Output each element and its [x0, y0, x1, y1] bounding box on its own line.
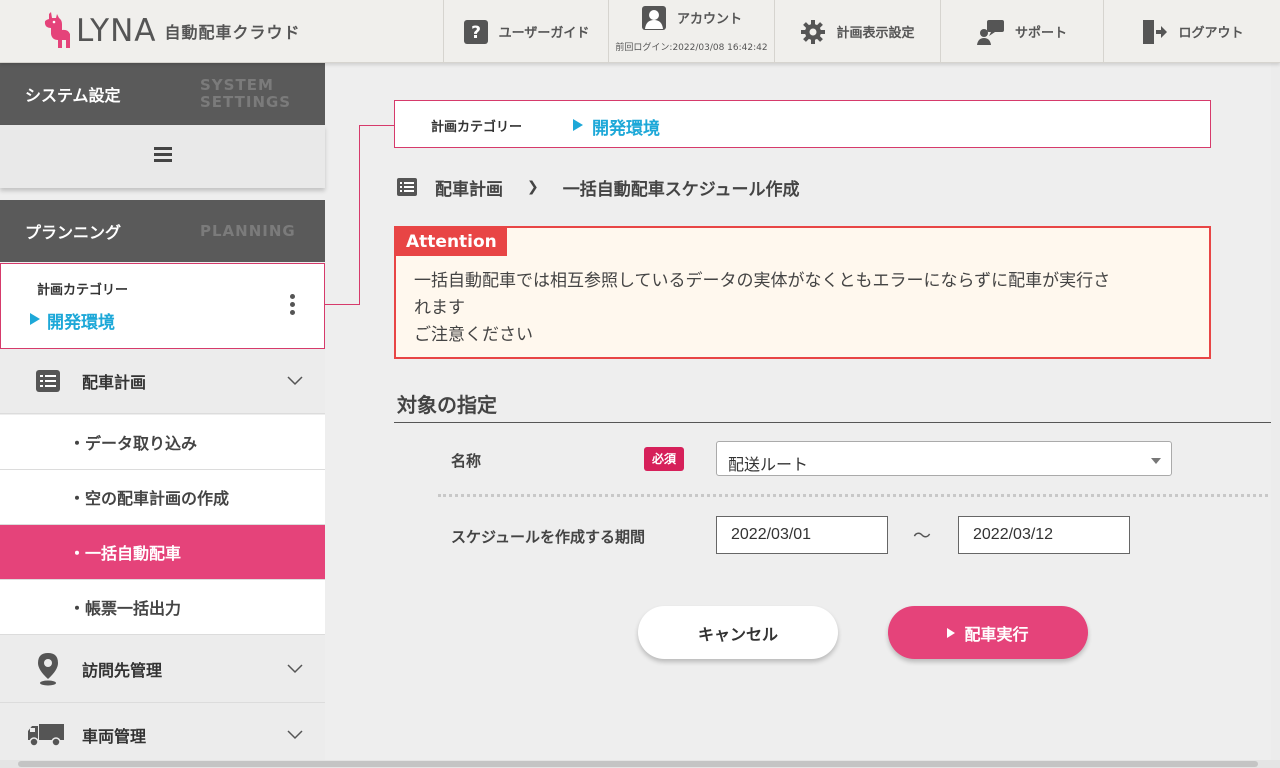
- sidebar-subitem-label: ・空の配車計画の作成: [69, 489, 230, 508]
- support-chat-icon: [976, 19, 1005, 45]
- category-value: 開発環境: [573, 114, 660, 139]
- list-icon: [397, 178, 417, 196]
- sidebar-category-selector[interactable]: 計画カテゴリー 開発環境: [0, 263, 325, 349]
- system-settings-header[interactable]: システム設定 SYSTEM SETTINGS: [0, 63, 325, 134]
- date-from-input[interactable]: 2022/03/01: [716, 516, 888, 554]
- vertical-scrollbar[interactable]: [1271, 63, 1280, 760]
- sidebar-item-visit-management[interactable]: 訪問先管理: [0, 635, 325, 703]
- category-label: 計画カテゴリー: [37, 283, 129, 298]
- sidebar-subitem-label: ・帳票一括出力: [69, 599, 182, 618]
- sidebar: システム設定 SYSTEM SETTINGS プランニング PLANNING 計画…: [0, 63, 325, 768]
- chevron-down-icon: [287, 373, 303, 389]
- sidebar-item-dispatch-plan[interactable]: 配車計画: [0, 349, 325, 414]
- sidebar-subitem-empty-plan[interactable]: ・空の配車計画の作成: [0, 470, 325, 525]
- cancel-button[interactable]: キャンセル: [638, 606, 838, 659]
- menu-toggle-button[interactable]: [0, 125, 325, 188]
- dotted-divider: [438, 494, 1280, 497]
- attention-box: Attention 一括自動配車では相互参照しているデータの実体がなくともエラー…: [394, 226, 1211, 359]
- connector-line: [359, 125, 395, 126]
- connector-line: [359, 126, 360, 304]
- run-dispatch-button-label: 配車実行: [964, 624, 1029, 644]
- sidebar-item-label: 訪問先管理: [82, 660, 163, 680]
- kebab-menu-icon[interactable]: [282, 294, 302, 320]
- last-login-text: 前回ログイン:2022/03/08 16:42:42: [615, 42, 768, 53]
- section-divider: [394, 422, 1280, 423]
- breadcrumb-separator: ❯: [527, 179, 539, 195]
- period-tilde: 〜: [913, 526, 931, 547]
- gear-icon: [800, 19, 826, 45]
- system-settings-title: システム設定: [25, 86, 121, 105]
- list-icon: [33, 370, 63, 392]
- logout-label: ログアウト: [1178, 26, 1244, 41]
- name-select[interactable]: 配送ルート: [716, 441, 1172, 476]
- logout-button[interactable]: ログアウト: [1103, 0, 1280, 63]
- category-value: 開発環境: [30, 308, 115, 333]
- support-label: サポート: [1014, 26, 1067, 41]
- map-pin-icon: [33, 652, 63, 686]
- date-to-input[interactable]: 2022/03/12: [958, 516, 1130, 554]
- attention-tag: Attention: [396, 228, 507, 256]
- planning-title: プランニング: [25, 223, 122, 242]
- play-icon: [947, 627, 956, 638]
- name-select-value: 配送ルート: [728, 455, 809, 474]
- user-guide-label: ユーザーガイド: [498, 26, 590, 41]
- attention-message: 一括自動配車では相互参照しているデータの実体がなくともエラーにならずに配車が実行…: [414, 271, 1111, 345]
- account-label: アカウント: [676, 12, 742, 27]
- required-badge: 必須: [644, 447, 684, 471]
- llama-logo-icon: [42, 12, 72, 50]
- app-name: 自動配車クラウド: [164, 23, 301, 42]
- breadcrumb: 配車計画 ❯ 一括自動配車スケジュール作成: [397, 174, 800, 200]
- horizontal-scrollbar[interactable]: [0, 760, 1280, 768]
- sidebar-item-label: 車両管理: [82, 727, 147, 746]
- system-settings-en: SYSTEM SETTINGS: [200, 76, 292, 111]
- chevron-down-icon: [287, 661, 303, 677]
- page-title: 一括自動配車スケジュール作成: [562, 179, 800, 200]
- support-button[interactable]: サポート: [940, 0, 1103, 63]
- sidebar-item-vehicle-management[interactable]: 車両管理: [0, 703, 325, 768]
- svg-text:?: ?: [471, 23, 481, 43]
- sidebar-item-label: 配車計画: [82, 373, 147, 392]
- cancel-button-label: キャンセル: [697, 624, 778, 644]
- run-dispatch-button[interactable]: 配車実行: [888, 606, 1088, 659]
- caret-down-icon: [1151, 458, 1161, 464]
- plan-category-banner: 計画カテゴリー 開発環境: [394, 100, 1211, 148]
- period-label: スケジュールを作成する期間: [451, 528, 645, 546]
- display-settings-label: 計画表示設定: [836, 26, 915, 41]
- name-label: 名称: [451, 452, 482, 470]
- section-title: 対象の指定: [397, 393, 497, 417]
- sidebar-subitem-label: ・データ取り込み: [69, 434, 198, 453]
- category-label: 計画カテゴリー: [431, 120, 523, 135]
- top-header: LYNA 自動配車クラウド ? ユーザーガイド アカウント 前回ログイン:202…: [0, 0, 1280, 63]
- logout-icon: [1140, 18, 1168, 46]
- chevron-down-icon: [287, 727, 303, 743]
- display-settings-button[interactable]: 計画表示設定: [774, 0, 940, 63]
- user-icon: [641, 5, 667, 31]
- sidebar-subitem-label: ・一括自動配車: [69, 544, 182, 563]
- scrollbar-thumb[interactable]: [18, 761, 1258, 767]
- user-guide-button[interactable]: ? ユーザーガイド: [443, 0, 608, 63]
- sidebar-subitem-data-import[interactable]: ・データ取り込み: [0, 415, 325, 470]
- hamburger-icon: [153, 146, 172, 167]
- app-logo[interactable]: LYNA 自動配車クラウド: [42, 10, 301, 52]
- account-button[interactable]: アカウント 前回ログイン:2022/03/08 16:42:42: [608, 0, 774, 63]
- planning-en: PLANNING: [200, 221, 296, 240]
- planning-header: プランニング PLANNING: [0, 200, 325, 262]
- truck-icon: [26, 723, 66, 747]
- question-icon: ?: [463, 19, 489, 45]
- sidebar-subitem-bulk-auto-dispatch[interactable]: ・一括自動配車: [0, 525, 325, 580]
- breadcrumb-parent[interactable]: 配車計画: [435, 175, 503, 200]
- sidebar-subitem-bulk-report-output[interactable]: ・帳票一括出力: [0, 580, 325, 635]
- connector-line: [325, 304, 360, 305]
- logo-text: LYNA: [76, 13, 157, 49]
